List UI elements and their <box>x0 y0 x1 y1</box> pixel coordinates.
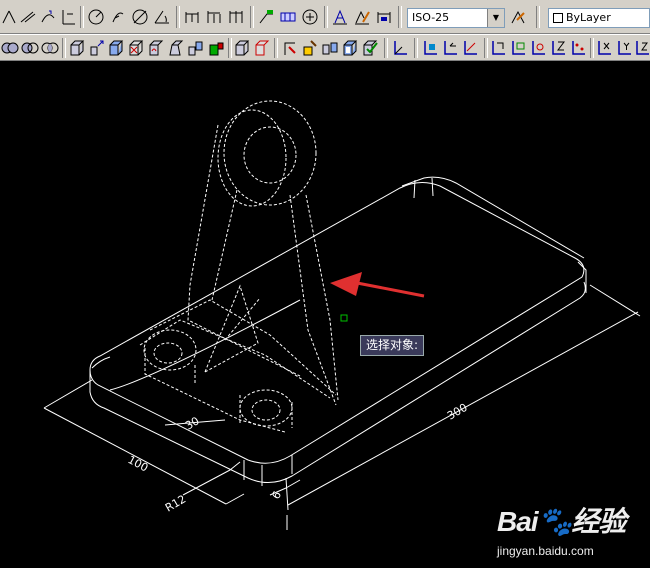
dim-angular-icon[interactable] <box>152 7 172 27</box>
layer-select[interactable]: ByLayer <box>548 8 650 28</box>
leader-icon[interactable] <box>256 7 276 27</box>
dim-ordinate-icon[interactable] <box>58 7 78 27</box>
dim-style-value: ISO-25 <box>412 11 450 24</box>
color-swatch-icon <box>553 13 563 23</box>
offset-faces-icon[interactable] <box>106 38 126 58</box>
drawing-canvas[interactable]: 300 100 30 R12 6 <box>0 61 650 568</box>
ucs-world-icon[interactable] <box>420 38 440 58</box>
chevron-down-icon[interactable]: ▼ <box>487 9 504 27</box>
toolbar-solids <box>0 34 650 61</box>
intersect-icon[interactable] <box>40 38 60 58</box>
imprint-icon[interactable] <box>280 38 300 58</box>
dim-arc-icon[interactable] <box>38 7 58 27</box>
dim-text-r12: R12 <box>163 493 188 515</box>
ucs-view-icon[interactable] <box>508 38 528 58</box>
dim-text-edit-icon[interactable] <box>352 7 372 27</box>
ucs-icon[interactable] <box>390 38 410 58</box>
command-prompt-tooltip: 选择对象: <box>360 335 425 356</box>
dim-text-6: 6 <box>269 489 284 502</box>
rotate-faces-icon[interactable] <box>146 38 166 58</box>
ucs-3point-icon[interactable] <box>568 38 588 58</box>
shell-icon[interactable] <box>340 38 360 58</box>
delete-faces-icon[interactable] <box>126 38 146 58</box>
ucs-origin-icon[interactable] <box>528 38 548 58</box>
base-plate <box>89 176 587 486</box>
ucs-x-icon[interactable] <box>594 38 614 58</box>
dim-text-300: 300 <box>445 401 470 423</box>
copy-edges-icon[interactable] <box>232 38 252 58</box>
watermark: Bai🐾经验 jingyan.baidu.com <box>497 500 626 558</box>
support-bracket <box>139 100 339 433</box>
color-faces-icon[interactable] <box>206 38 226 58</box>
move-faces-icon[interactable] <box>86 38 106 58</box>
check-icon[interactable] <box>360 38 380 58</box>
layer-value: ByLayer <box>566 11 611 24</box>
taper-faces-icon[interactable] <box>166 38 186 58</box>
dim-linear-icon[interactable] <box>0 7 20 27</box>
dim-style-manager-icon[interactable] <box>508 7 528 27</box>
clean-icon[interactable] <box>300 38 320 58</box>
ucs-z-icon[interactable] <box>632 38 650 58</box>
cursor-pickbox-icon <box>340 314 348 322</box>
center-mark-icon[interactable] <box>300 7 320 27</box>
subtract-icon[interactable] <box>20 38 40 58</box>
ucs-zaxis-icon[interactable] <box>548 38 568 58</box>
dim-continue-icon[interactable] <box>226 7 246 27</box>
arrow-annotation-icon <box>330 272 425 298</box>
toolbar-dimension: ISO-25 ▼ ByLayer <box>0 0 650 34</box>
tolerance-icon[interactable] <box>278 7 298 27</box>
dim-style-select[interactable]: ISO-25 ▼ <box>407 8 505 28</box>
dim-text-100: 100 <box>126 453 151 474</box>
dim-jogged-icon[interactable] <box>108 7 128 27</box>
union-icon[interactable] <box>0 38 20 58</box>
copy-faces-icon[interactable] <box>186 38 206 58</box>
dim-update-icon[interactable] <box>374 7 394 27</box>
ucs-previous-icon[interactable] <box>440 38 460 58</box>
dimension-lines <box>43 284 641 530</box>
color-edges-icon[interactable] <box>252 38 272 58</box>
watermark-logo: Bai🐾经验 <box>497 506 626 537</box>
dim-radius-icon[interactable] <box>86 7 106 27</box>
ucs-y-icon[interactable] <box>614 38 634 58</box>
separate-icon[interactable] <box>320 38 340 58</box>
dim-edit-icon[interactable] <box>330 7 350 27</box>
extrude-faces-icon[interactable] <box>66 38 86 58</box>
dim-baseline-icon[interactable] <box>204 7 224 27</box>
ucs-face-icon[interactable] <box>460 38 480 58</box>
ucs-object-icon[interactable] <box>488 38 508 58</box>
dim-text-30: 30 <box>183 414 202 432</box>
dim-aligned-icon[interactable] <box>18 7 38 27</box>
dim-diameter-icon[interactable] <box>130 7 150 27</box>
watermark-url: jingyan.baidu.com <box>497 544 594 558</box>
dim-quick-icon[interactable] <box>182 7 202 27</box>
